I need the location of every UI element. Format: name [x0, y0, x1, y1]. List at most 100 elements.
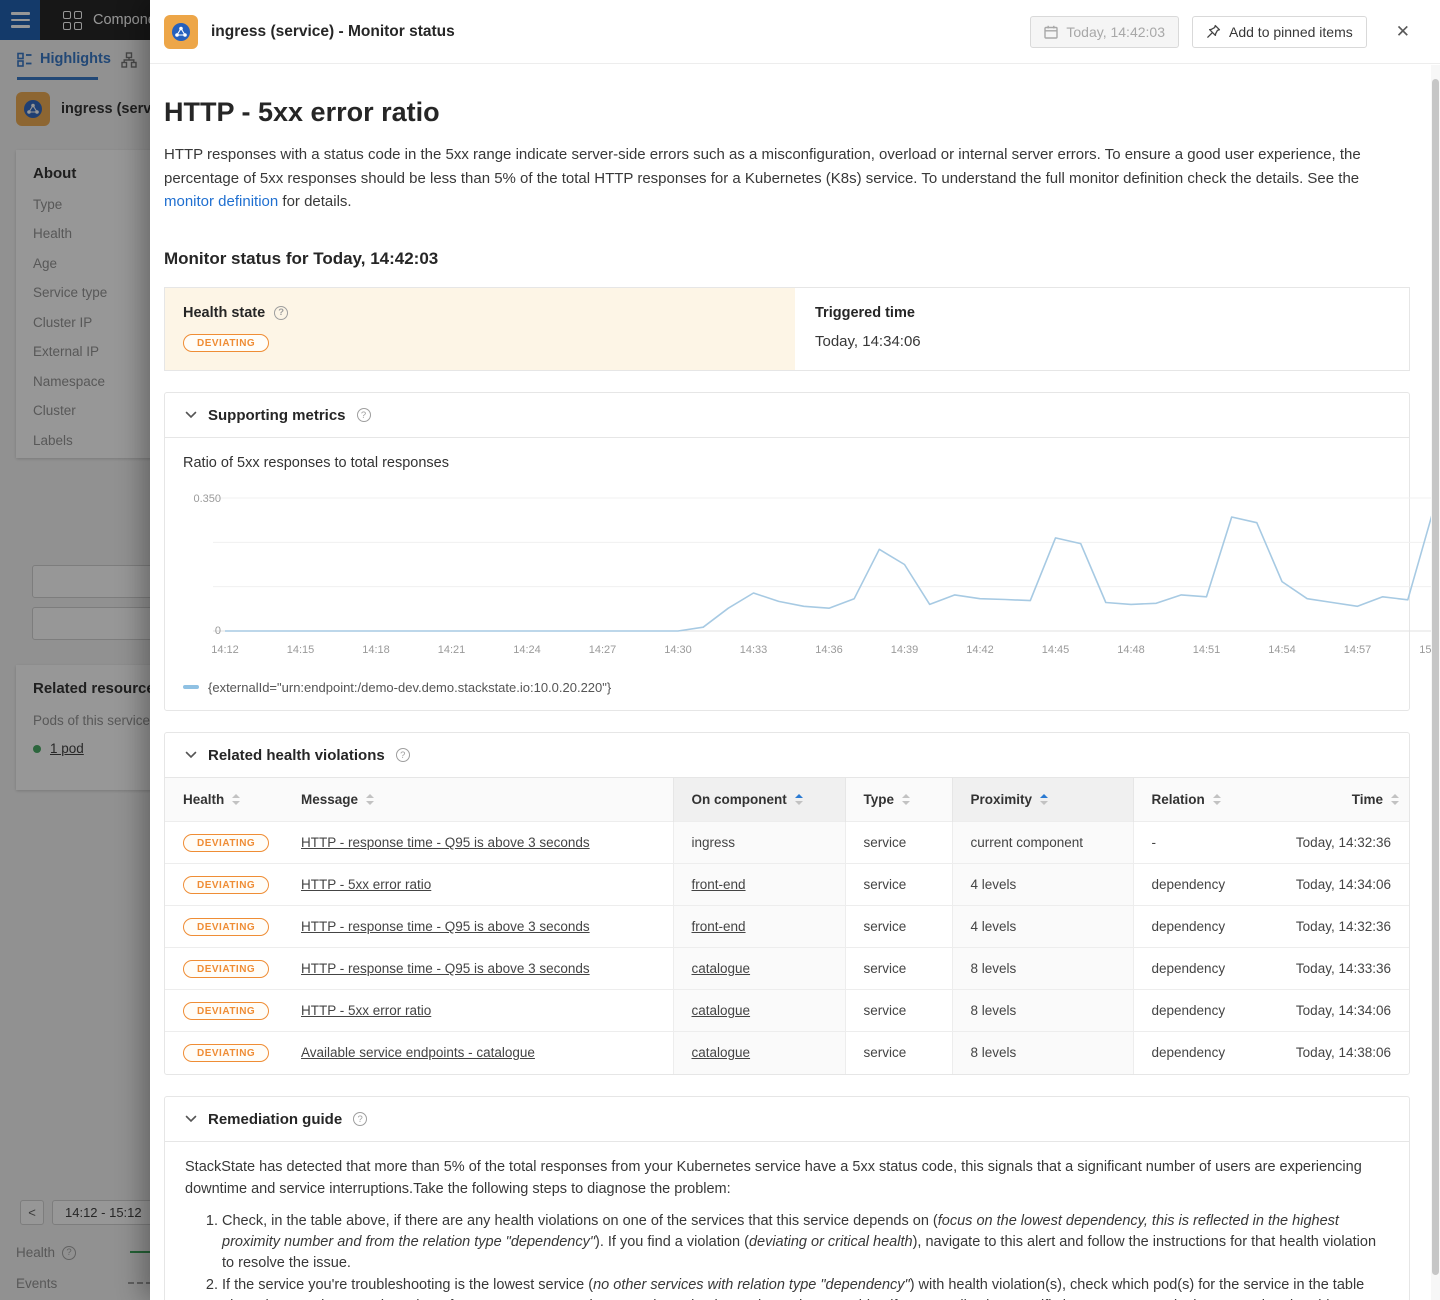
- help-icon[interactable]: ?: [274, 306, 288, 320]
- component-link[interactable]: front-end: [692, 919, 746, 934]
- column-header-type[interactable]: Type: [845, 778, 952, 822]
- time-cell: Today, 14:34:06: [1267, 864, 1409, 906]
- sort-icon[interactable]: [1040, 794, 1048, 805]
- monitor-description: HTTP responses with a status code in the…: [164, 143, 1410, 214]
- help-icon[interactable]: ?: [353, 1112, 367, 1126]
- chevron-down-icon[interactable]: [185, 411, 197, 419]
- x-axis-tick-label: 14:54: [1268, 644, 1296, 656]
- violations-table: Health Message On component Type ProximityRe…: [165, 778, 1409, 1074]
- x-axis-tick-label: 14:27: [589, 644, 617, 656]
- x-axis-tick-label: 14:48: [1117, 644, 1145, 656]
- add-to-pinned-button[interactable]: Add to pinned items: [1192, 16, 1367, 48]
- x-axis-tick-label: 14:45: [1042, 644, 1070, 656]
- monitor-status-modal: ingress (service) - Monitor status Today…: [150, 0, 1440, 1300]
- pin-icon: [1206, 24, 1221, 39]
- chart-legend: {externalId="urn:endpoint:/demo-dev.demo…: [165, 671, 1409, 710]
- sort-icon[interactable]: [795, 794, 803, 805]
- close-icon[interactable]: ✕: [1390, 18, 1416, 46]
- sort-icon[interactable]: [902, 794, 910, 805]
- x-axis-tick-label: 14:30: [664, 644, 692, 656]
- monitor-heading: HTTP - 5xx error ratio: [164, 97, 1410, 128]
- violation-message-link[interactable]: HTTP - response time - Q95 is above 3 se…: [301, 919, 590, 934]
- relation-cell: dependency: [1133, 990, 1267, 1032]
- remediation-step: Check, in the table above, if there are …: [222, 1211, 1389, 1274]
- component-link[interactable]: catalogue: [692, 1045, 751, 1060]
- component-link[interactable]: catalogue: [692, 961, 751, 976]
- health-state-label: Health state: [183, 305, 265, 321]
- x-axis-tick-label: 14:57: [1344, 644, 1372, 656]
- time-picker-button[interactable]: Today, 14:42:03: [1030, 16, 1179, 48]
- remediation-steps: Check, in the table above, if there are …: [185, 1211, 1389, 1300]
- violation-message-link[interactable]: Available service endpoints - catalogue: [301, 1045, 535, 1060]
- violation-row: DEVIATING HTTP - 5xx error ratio catalogue…: [165, 990, 1409, 1032]
- proximity-cell: 8 levels: [952, 990, 1133, 1032]
- proximity-cell: 4 levels: [952, 864, 1133, 906]
- supporting-metrics-title: Supporting metrics: [208, 407, 346, 424]
- remediation-body: StackState has detected that more than 5…: [165, 1142, 1409, 1300]
- x-axis-tick-label: 14:39: [891, 644, 919, 656]
- time-cell: Today, 14:32:36: [1267, 906, 1409, 948]
- sort-icon[interactable]: [1213, 794, 1221, 805]
- relation-cell: -: [1133, 822, 1267, 864]
- column-header-relation[interactable]: Relation: [1133, 778, 1267, 822]
- chevron-down-icon[interactable]: [185, 1115, 197, 1123]
- column-label: Health: [183, 792, 224, 807]
- violations-section: Related health violations ? HealthMessag…: [164, 732, 1410, 1075]
- x-axis-tick-label: 14:21: [438, 644, 466, 656]
- status-heading: Monitor status for Today, 14:42:03: [164, 249, 1410, 269]
- violation-message-link[interactable]: HTTP - response time - Q95 is above 3 se…: [301, 835, 590, 850]
- sort-icon[interactable]: [1391, 794, 1399, 805]
- chevron-down-icon[interactable]: [185, 751, 197, 759]
- time-cell: Today, 14:33:36: [1267, 948, 1409, 990]
- relation-cell: dependency: [1133, 864, 1267, 906]
- violation-row: DEVIATINGAvailable service endpoints - c…: [165, 1032, 1409, 1074]
- sort-icon[interactable]: [232, 794, 240, 805]
- chart-title: Ratio of 5xx responses to total response…: [183, 455, 1409, 471]
- x-axis-tick-label: 14:36: [815, 644, 843, 656]
- y-axis-tick-label: 0: [215, 625, 221, 637]
- vertical-scrollbar-track[interactable]: [1431, 65, 1440, 1300]
- column-header-on-component[interactable]: On component: [673, 778, 845, 822]
- time-cell: Today, 14:32:36: [1267, 822, 1409, 864]
- help-icon[interactable]: ?: [357, 408, 371, 422]
- sort-icon[interactable]: [366, 794, 374, 805]
- type-cell: service: [845, 948, 952, 990]
- column-label: On component: [692, 792, 787, 807]
- violation-row: DEVIATING HTTP - 5xx error ratio front-end…: [165, 864, 1409, 906]
- status-card: Health state ? DEVIATING Triggered time …: [164, 287, 1410, 371]
- violation-message-link[interactable]: HTTP - 5xx error ratio: [301, 877, 431, 892]
- x-axis-tick-label: 14:51: [1193, 644, 1221, 656]
- violation-row: DEVIATING HTTP - response time - Q95 is a…: [165, 822, 1409, 864]
- series-color-dash: [183, 685, 199, 689]
- help-icon[interactable]: ?: [396, 748, 410, 762]
- violation-message-link[interactable]: HTTP - 5xx error ratio: [301, 1003, 431, 1018]
- time-cell: Today, 14:38:06: [1267, 1032, 1409, 1074]
- remediation-title: Remediation guide: [208, 1111, 342, 1128]
- violation-row: DEVIATING HTTP - response time - Q95 is a…: [165, 948, 1409, 990]
- triggered-time-cell: Triggered time Today, 14:34:06: [795, 288, 1409, 370]
- column-header-time[interactable]: Time: [1267, 778, 1409, 822]
- supporting-metrics-section: Supporting metrics ? Ratio of 5xx respon…: [164, 392, 1410, 711]
- health-badge: DEVIATING: [183, 834, 269, 852]
- x-axis-tick-label: 14:12: [211, 644, 239, 656]
- column-label: Type: [864, 792, 895, 807]
- x-axis-tick-label: 14:42: [966, 644, 994, 656]
- type-cell: service: [845, 990, 952, 1032]
- vertical-scrollbar-thumb[interactable]: [1432, 79, 1439, 1275]
- health-badge: DEVIATING: [183, 960, 269, 978]
- component-link[interactable]: catalogue: [692, 1003, 751, 1018]
- remediation-intro: StackState has detected that more than 5…: [185, 1156, 1389, 1201]
- column-header-message[interactable]: Message: [283, 778, 673, 822]
- health-badge: DEVIATING: [183, 876, 269, 894]
- column-header-proximity[interactable]: Proximity: [952, 778, 1133, 822]
- x-axis-tick-label: 14:33: [740, 644, 768, 656]
- health-state-cell: Health state ? DEVIATING: [165, 288, 795, 370]
- monitor-definition-link[interactable]: monitor definition: [164, 193, 278, 210]
- health-badge: DEVIATING: [183, 1002, 269, 1020]
- ratio-line-chart: 0.350014:1214:1514:1814:2114:2414:2714:3…: [183, 481, 1438, 671]
- component-name: ingress: [673, 822, 845, 864]
- column-header-health[interactable]: Health: [165, 778, 283, 822]
- component-link[interactable]: front-end: [692, 877, 746, 892]
- violation-message-link[interactable]: HTTP - response time - Q95 is above 3 se…: [301, 961, 590, 976]
- type-cell: service: [845, 906, 952, 948]
